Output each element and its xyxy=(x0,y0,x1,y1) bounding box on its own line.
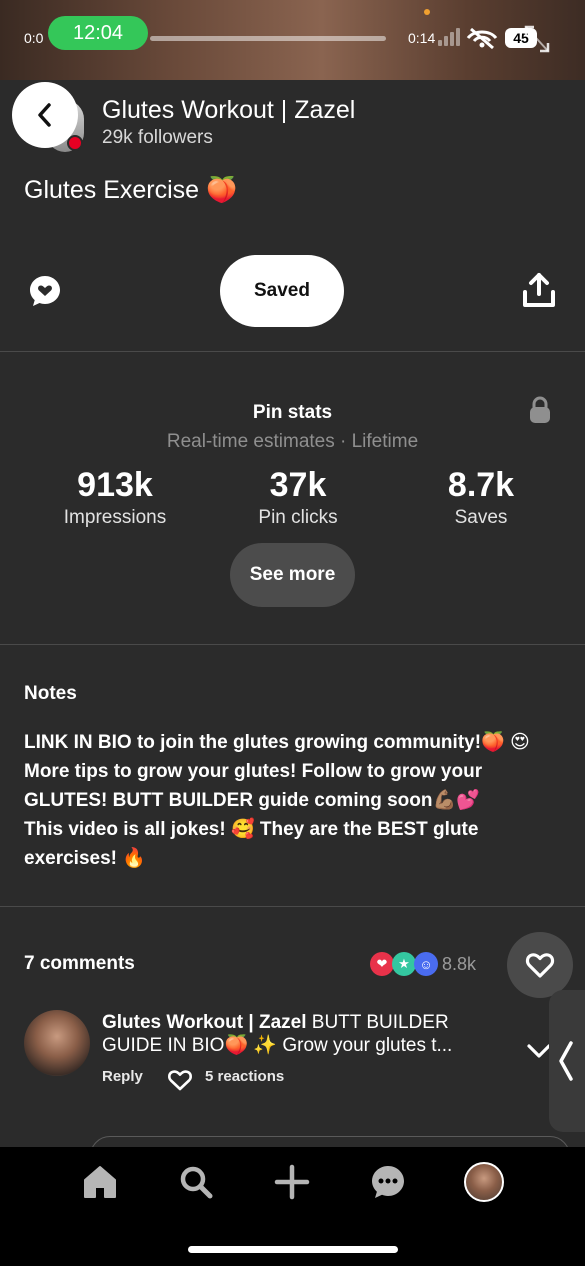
notes-line: GLUTES! BUTT BUILDER guide coming soon💪🏽… xyxy=(24,790,480,811)
comments-count[interactable]: 7 comments xyxy=(24,953,135,975)
pin-stats-title: Pin stats xyxy=(252,402,333,423)
reaction-total: 8.8k xyxy=(442,953,477,974)
notes-line: More tips to grow your glutes! Follow to… xyxy=(24,761,483,782)
nav-messages[interactable] xyxy=(366,1160,410,1204)
video-time-end: 0:14 xyxy=(408,30,436,46)
expand-icon[interactable] xyxy=(522,24,552,54)
stat-label: Pin clicks xyxy=(258,507,338,528)
signal-icon xyxy=(438,28,460,46)
see-more-button[interactable]: See more xyxy=(230,543,355,607)
reply-button[interactable]: Reply xyxy=(102,1068,143,1085)
heart-reaction-icon: ❤ xyxy=(370,952,394,976)
back-button[interactable] xyxy=(12,82,78,148)
section-divider xyxy=(0,906,585,907)
comment-text: Glutes Workout | Zazel BUTT BUILDER GUID… xyxy=(102,1011,502,1057)
comment-body-line: BUTT BUILDER xyxy=(306,1012,449,1033)
chevron-left-icon xyxy=(559,1041,573,1081)
lock-icon xyxy=(530,396,550,423)
comment-reactions-count[interactable]: 5 reactions xyxy=(205,1068,284,1085)
nav-create[interactable] xyxy=(270,1160,314,1204)
stat-pin-clicks: 37k Pin clicks xyxy=(208,466,388,529)
stat-impressions: 913k Impressions xyxy=(25,466,205,529)
laugh-reaction-icon: ☺ xyxy=(414,952,438,976)
notes-line: This video is all jokes! 🥰 They are the … xyxy=(24,819,479,840)
follower-count: 29k followers xyxy=(102,127,213,148)
notes-line: exercises! 🔥 xyxy=(24,848,146,869)
stat-value: 8.7k xyxy=(447,466,515,504)
video-time-start: 0:0 xyxy=(24,30,44,46)
notes-body: LINK IN BIO to join the glutes growing c… xyxy=(24,728,564,873)
video-progress-bar[interactable] xyxy=(150,36,386,41)
search-icon xyxy=(180,1166,213,1199)
stat-saves: 8.7k Saves xyxy=(391,466,571,529)
creator-name[interactable]: Glutes Workout | Zazel xyxy=(102,96,355,125)
home-icon xyxy=(84,1166,116,1198)
privacy-indicator-dot xyxy=(424,9,430,15)
heart-icon xyxy=(525,953,555,978)
reactions-summary[interactable]: ❤ ★ ☺ 8.8k xyxy=(370,950,476,978)
nav-profile[interactable] xyxy=(462,1160,506,1204)
saved-button[interactable]: Saved xyxy=(220,255,344,327)
mute-icon[interactable] xyxy=(466,26,498,50)
share-icon[interactable] xyxy=(522,272,556,308)
comment-heart-icon[interactable] xyxy=(28,274,62,308)
pin-stats-subtitle: Real-time estimates · Lifetime xyxy=(166,431,419,452)
notes-line: LINK IN BIO to join the glutes growing c… xyxy=(24,732,530,753)
verified-badge-icon xyxy=(67,135,83,151)
home-indicator xyxy=(188,1246,398,1253)
notes-title: Notes xyxy=(24,683,77,704)
clock-pill: 12:04 xyxy=(48,16,148,50)
plus-icon xyxy=(274,1164,310,1200)
like-button[interactable] xyxy=(507,932,573,998)
nav-home[interactable] xyxy=(78,1160,122,1204)
nav-search[interactable] xyxy=(174,1160,218,1204)
chevron-left-icon xyxy=(38,103,51,127)
comment-author[interactable]: Glutes Workout | Zazel xyxy=(102,1012,307,1033)
stat-label: Impressions xyxy=(63,507,167,528)
stat-label: Saves xyxy=(454,507,508,528)
profile-avatar xyxy=(464,1162,504,1202)
pin-title: Glutes Exercise 🍑 xyxy=(24,176,238,204)
stat-value: 913k xyxy=(77,466,153,504)
star-reaction-icon: ★ xyxy=(392,952,416,976)
stat-value: 37k xyxy=(269,466,327,504)
comment-heart-icon[interactable] xyxy=(167,1068,193,1092)
commenter-avatar[interactable] xyxy=(24,1010,90,1076)
comment-body-line: GUIDE IN BIO🍑 ✨ Grow your glutes t... xyxy=(102,1035,453,1056)
section-divider xyxy=(0,351,585,352)
messages-icon xyxy=(372,1166,404,1198)
section-divider xyxy=(0,644,585,645)
